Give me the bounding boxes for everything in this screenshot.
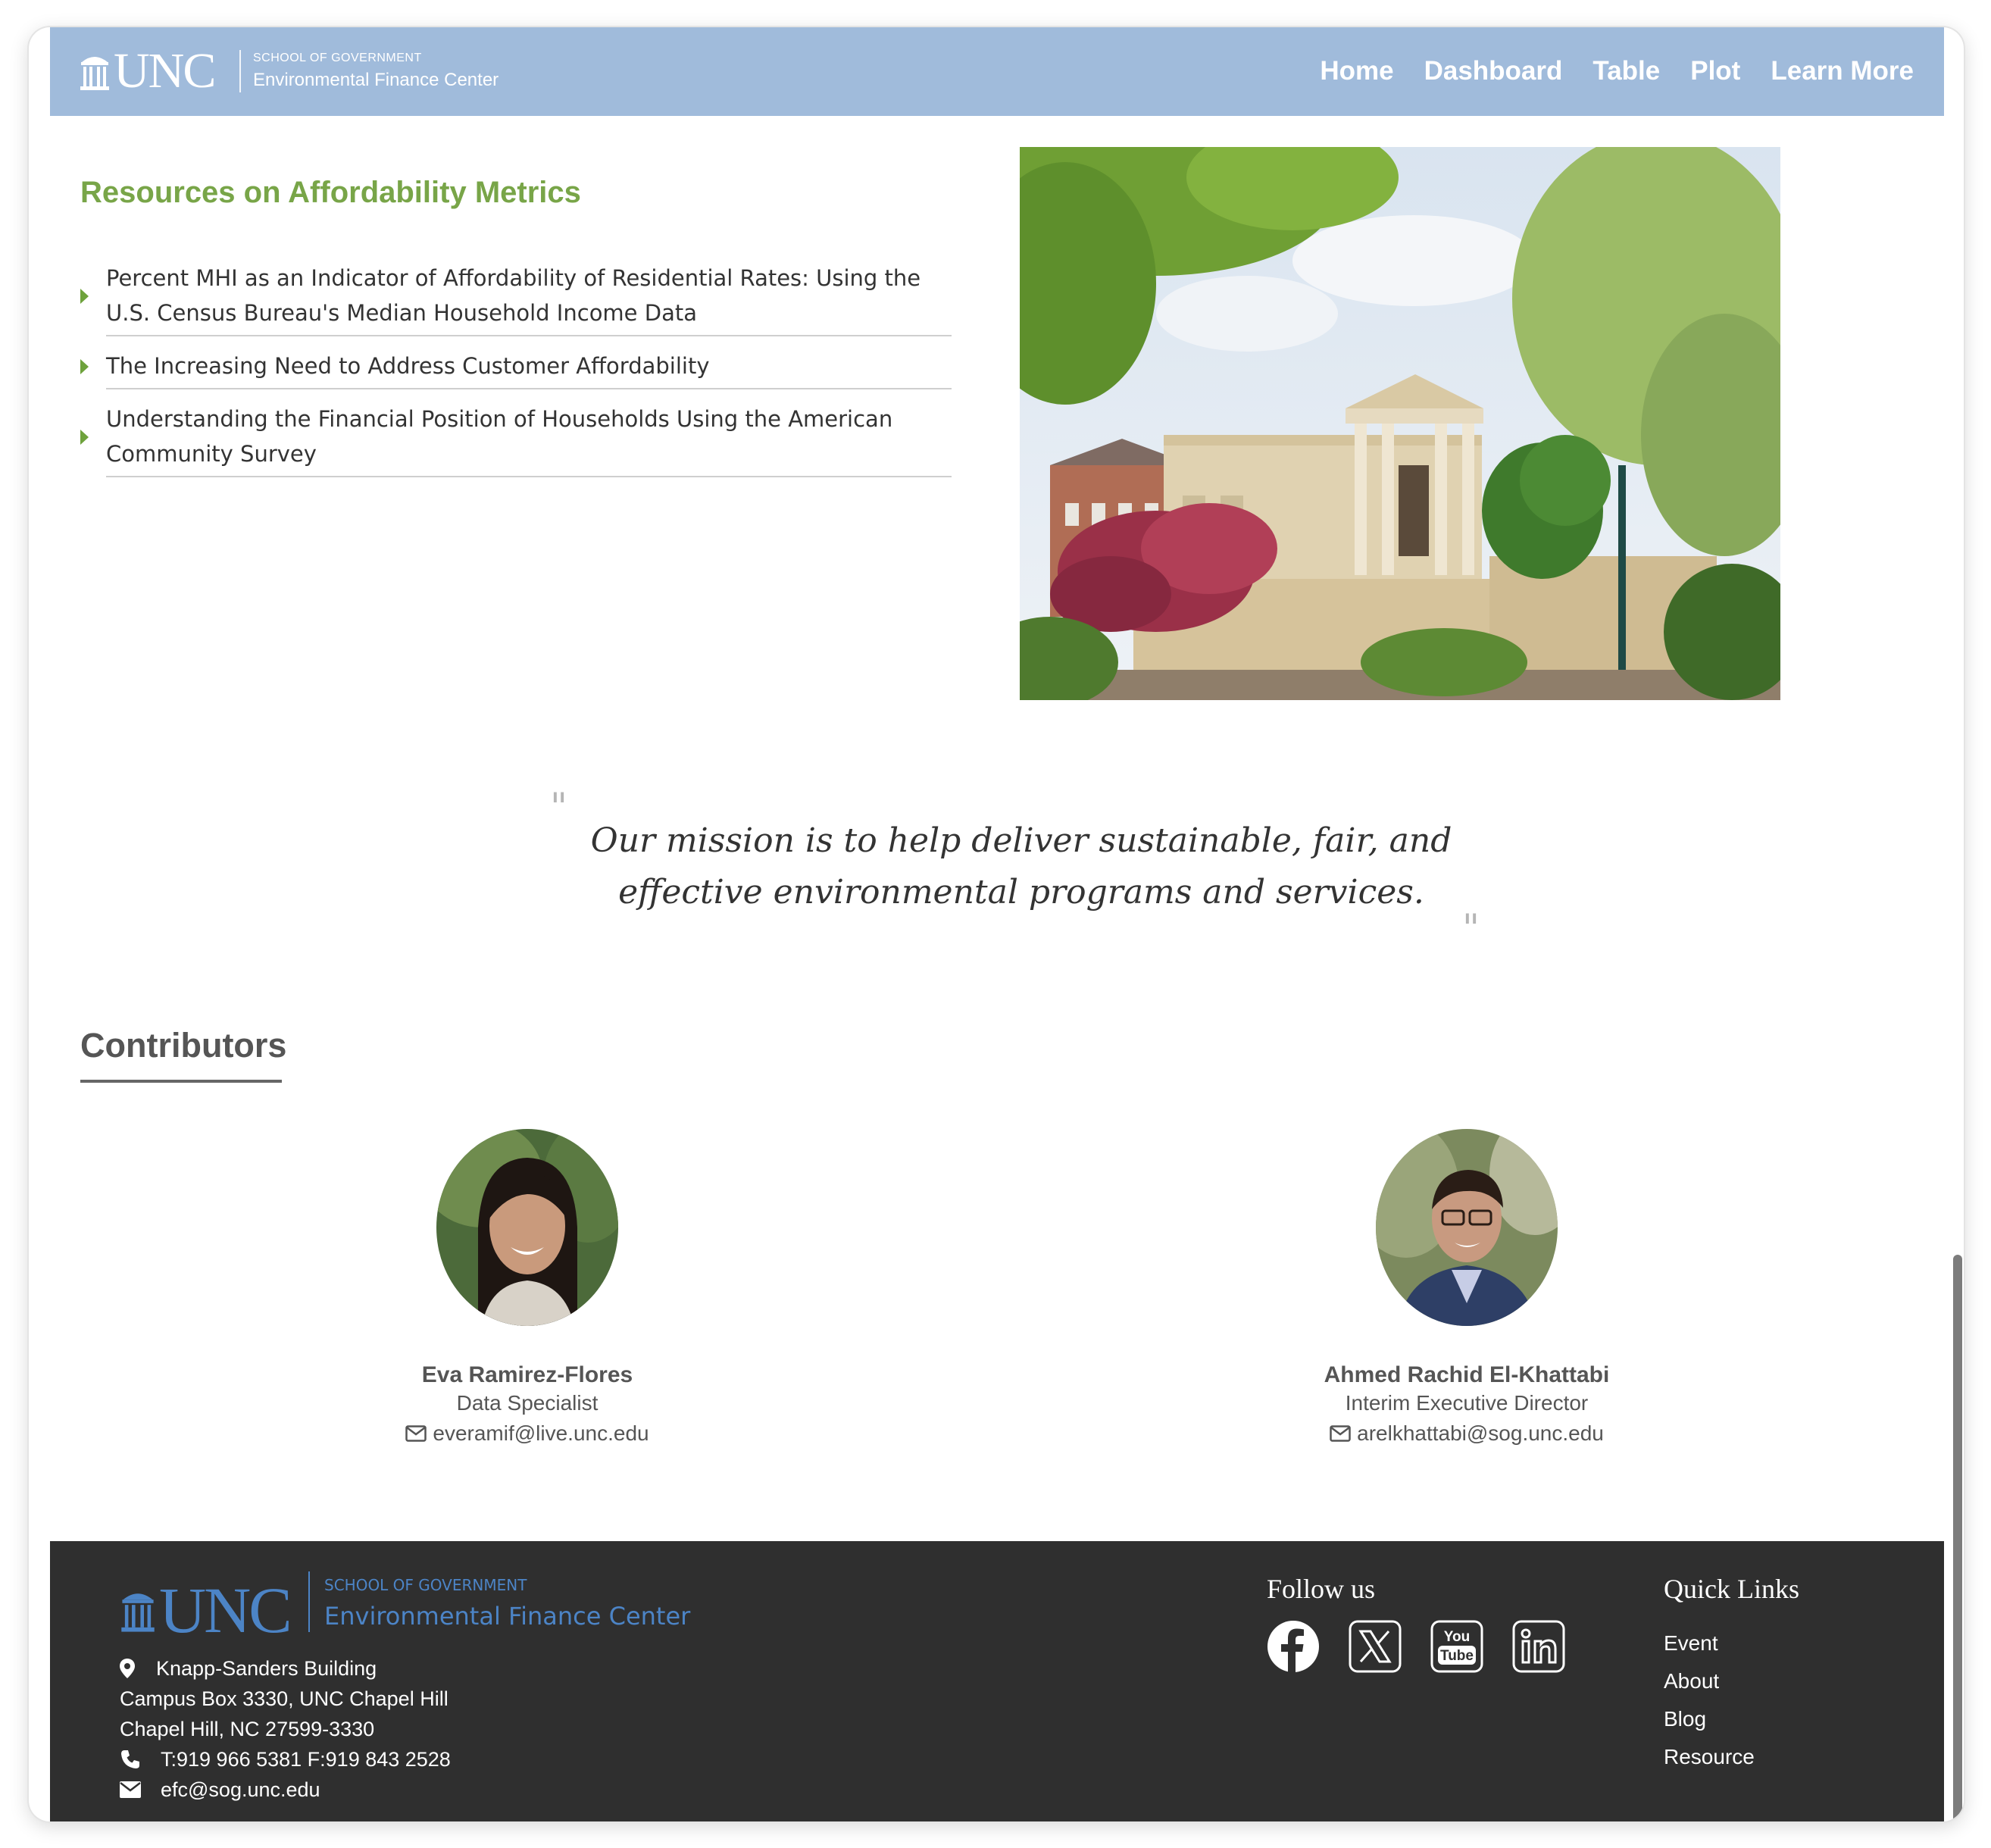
triangle-bullet-icon <box>80 359 89 374</box>
resources-heading: Resources on Affordability Metrics <box>80 176 581 209</box>
address-line-3: Chapel Hill, NC 27599-3330 <box>120 1718 375 1740</box>
unc-logo[interactable]: UNC <box>79 46 216 96</box>
triangle-bullet-icon <box>80 430 89 445</box>
linkedin-icon[interactable] <box>1512 1620 1565 1673</box>
map-pin-icon <box>120 1659 145 1678</box>
footer-logo-divider <box>308 1571 310 1632</box>
nav-home[interactable]: Home <box>1320 56 1393 86</box>
quick-link-about[interactable]: About <box>1664 1662 1755 1700</box>
social-links: You Tube <box>1267 1620 1565 1673</box>
contributor-email-link[interactable]: arelkhattabi@sog.unc.edu <box>1202 1421 1732 1446</box>
list-item: Understanding the Financial Position of … <box>80 397 952 477</box>
footer-unc-logo[interactable]: UNC <box>120 1574 292 1646</box>
resources-list: Percent MHI as an Indicator of Affordabi… <box>80 256 952 477</box>
contributor-name: Ahmed Rachid El-Khattabi <box>1324 1362 1610 1387</box>
contributor-role: Interim Executive Director <box>1345 1391 1589 1415</box>
youtube-icon[interactable]: You Tube <box>1430 1620 1483 1673</box>
quick-links-list: Event About Blog Resource <box>1664 1624 1755 1776</box>
triangle-bullet-icon <box>80 289 89 304</box>
phone-icon <box>120 1749 145 1770</box>
quick-link-resource[interactable]: Resource <box>1664 1738 1755 1776</box>
envelope-icon <box>120 1781 145 1798</box>
envelope-icon <box>405 1425 427 1442</box>
footer-email: efc@sog.unc.edu <box>161 1778 320 1801</box>
youtube-text-top: You <box>1444 1629 1470 1645</box>
footer-logo-subtitle: SCHOOL OF GOVERNMENT <box>324 1576 527 1594</box>
contributors-heading: Contributors <box>80 1026 287 1065</box>
contributor-email: everamif@live.unc.edu <box>433 1421 649 1445</box>
contributor-email: arelkhattabi@sog.unc.edu <box>1357 1421 1604 1445</box>
logo-title: Environmental Finance Center <box>253 70 499 90</box>
mission-text: Our mission is to help deliver sustainab… <box>590 821 1452 911</box>
nav-dashboard[interactable]: Dashboard <box>1424 56 1563 86</box>
envelope-icon <box>1330 1425 1351 1442</box>
resource-link-percent-mhi[interactable]: Percent MHI as an Indicator of Affordabi… <box>106 256 952 336</box>
avatar <box>1376 1129 1558 1326</box>
top-nav-bar: UNC SCHOOL OF GOVERNMENT Environmental F… <box>50 27 1944 116</box>
building-photo <box>1020 147 1780 700</box>
footer-address: Knapp-Sanders Building Campus Box 3330, … <box>120 1653 451 1805</box>
contributor-role: Data Specialist <box>456 1391 599 1415</box>
quick-link-event[interactable]: Event <box>1664 1624 1755 1662</box>
nav-table[interactable]: Table <box>1592 56 1660 86</box>
contributor-name: Eva Ramirez-Flores <box>421 1362 633 1387</box>
main-menu: Home Dashboard Table Plot Learn More <box>1320 56 1914 86</box>
contributors-underline <box>80 1080 282 1083</box>
nav-learn-more[interactable]: Learn More <box>1771 56 1914 86</box>
old-well-icon <box>121 1593 155 1632</box>
quick-links-heading: Quick Links <box>1664 1574 1799 1604</box>
scrollbar-thumb[interactable] <box>1953 1255 1962 1821</box>
address-line-2: Campus Box 3330, UNC Chapel Hill <box>120 1687 449 1710</box>
list-item: Percent MHI as an Indicator of Affordabi… <box>80 256 952 336</box>
close-quote-mark: " <box>1462 906 1480 950</box>
logo-divider <box>239 50 241 92</box>
address-building: Knapp-Sanders Building <box>156 1657 377 1680</box>
contributor-email-link[interactable]: everamif@live.unc.edu <box>262 1421 792 1446</box>
facebook-icon[interactable] <box>1267 1620 1320 1673</box>
old-well-icon <box>80 57 109 90</box>
avatar <box>436 1129 618 1326</box>
footer-logo-title: Environmental Finance Center <box>324 1602 691 1631</box>
youtube-text-bottom: Tube <box>1440 1648 1474 1664</box>
nav-plot[interactable]: Plot <box>1690 56 1740 86</box>
site-footer: UNC SCHOOL OF GOVERNMENT Environmental F… <box>50 1541 1944 1821</box>
resource-link-financial-position[interactable]: Understanding the Financial Position of … <box>106 397 952 477</box>
quick-link-blog[interactable]: Blog <box>1664 1700 1755 1738</box>
footer-email-link[interactable]: efc@sog.unc.edu <box>120 1775 451 1805</box>
footer-unc-logo-text: UNC <box>159 1574 292 1646</box>
phone-fax: T:919 966 5381 F:919 843 2528 <box>161 1748 451 1771</box>
x-icon[interactable] <box>1349 1620 1402 1673</box>
logo-subtitle: SCHOOL OF GOVERNMENT <box>253 52 422 64</box>
list-item: The Increasing Need to Address Customer … <box>80 344 952 389</box>
unc-logo-text: UNC <box>114 43 216 98</box>
resource-link-customer-affordability[interactable]: The Increasing Need to Address Customer … <box>106 344 952 389</box>
browser-window: UNC SCHOOL OF GOVERNMENT Environmental F… <box>29 27 1964 1821</box>
follow-us-heading: Follow us <box>1267 1574 1376 1604</box>
